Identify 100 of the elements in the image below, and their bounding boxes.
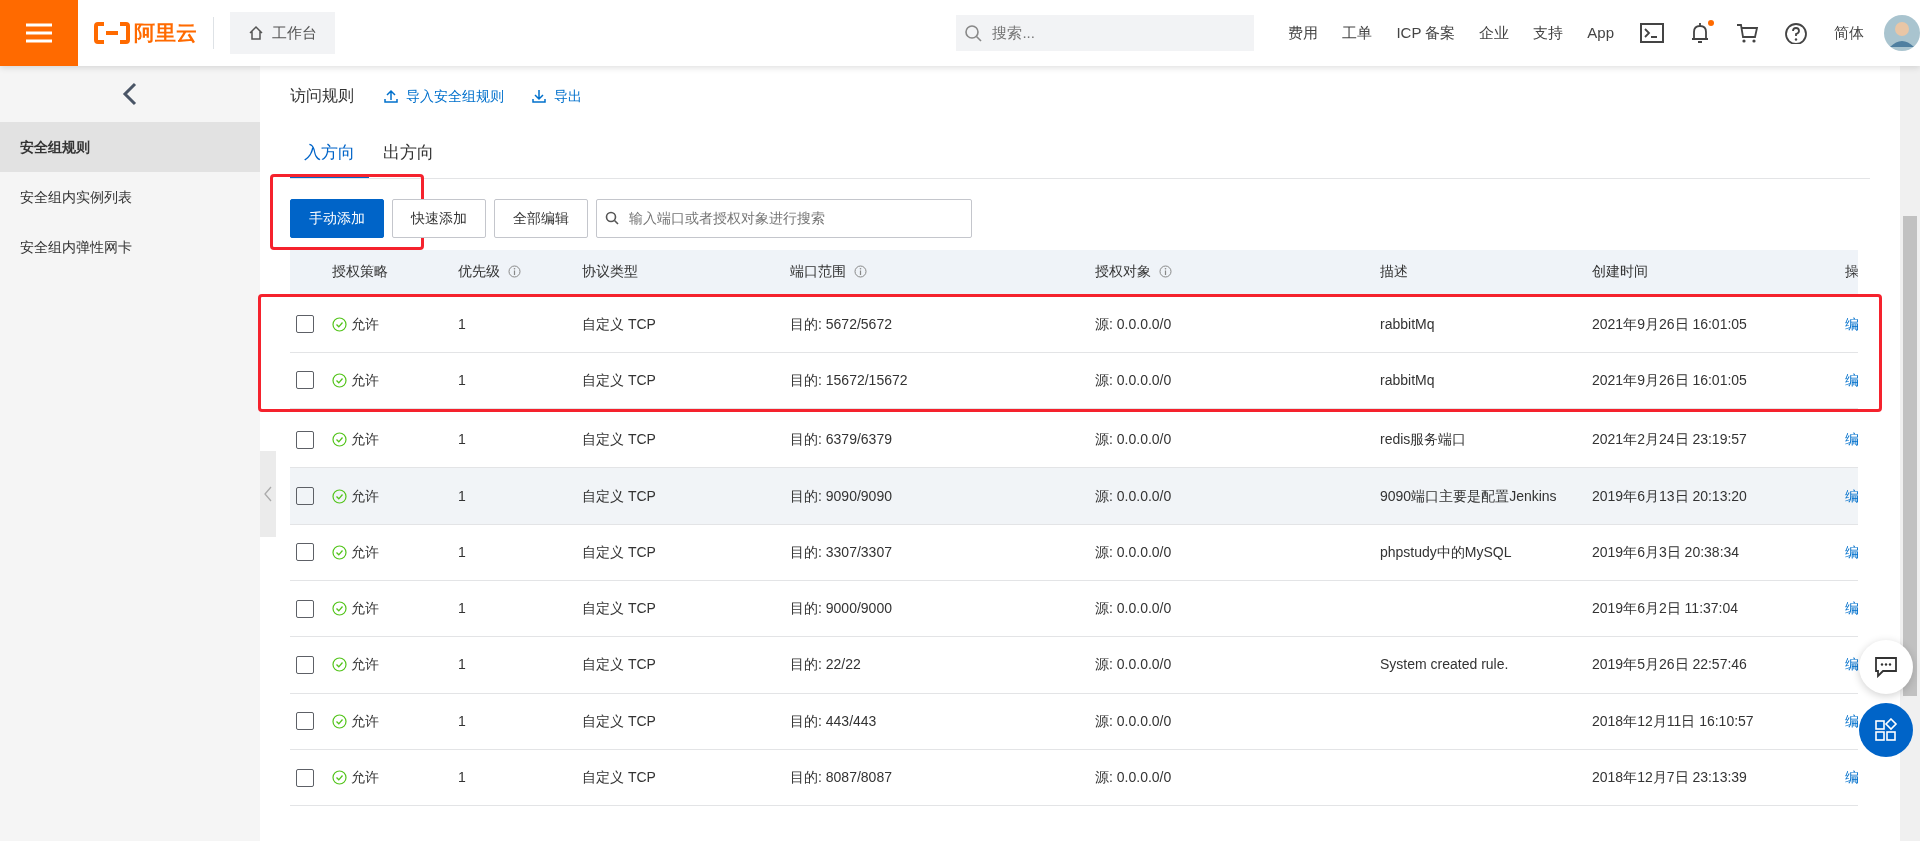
nav-link[interactable]: App — [1577, 21, 1624, 45]
action-button[interactable]: 手动添加 — [290, 198, 384, 238]
menu-icon — [26, 23, 52, 43]
policy-text: 允许 — [351, 655, 379, 675]
search-input[interactable]: 搜索... — [990, 20, 1221, 46]
protocol-text: 自定义 TCP — [582, 712, 656, 729]
edit-link[interactable]: 编 — [1845, 485, 1858, 507]
description-text: redis服务端口 — [1380, 431, 1467, 448]
description-text: 9090端口主要是配置Jenkins — [1380, 487, 1557, 504]
check-circle-icon — [332, 488, 347, 504]
grid-icon — [1874, 718, 1898, 742]
description-text: rabbitMq — [1380, 315, 1435, 332]
table-row[interactable]: 允许 1 自定义 TCP 目的: 9000/9000 源: 0.0.0.0/0 2019年6月2日 11:37:04 编 — [290, 581, 1858, 638]
language-button[interactable]: 简体 — [1824, 21, 1874, 45]
checkbox[interactable] — [296, 430, 314, 449]
description-text: phpstudy中的MySQL — [1380, 543, 1512, 560]
priority-text: 1 — [458, 712, 466, 729]
source-text: 源: 0.0.0.0/0 — [1095, 600, 1172, 617]
edit-link[interactable]: 编 — [1845, 654, 1858, 676]
priority-text: 1 — [458, 769, 466, 785]
column-header: 操 — [1845, 262, 1858, 281]
protocol-text: 自定义 TCP — [582, 543, 656, 560]
check-circle-icon — [332, 432, 347, 448]
checkbox[interactable] — [296, 712, 314, 731]
tab[interactable]: 出方向 — [369, 140, 448, 178]
nav-link[interactable]: ICP 备案 — [1386, 21, 1466, 45]
edit-link[interactable]: 编 — [1845, 598, 1858, 620]
back-icon[interactable] — [122, 82, 138, 106]
search-field[interactable]: 搜索... — [956, 15, 1255, 51]
column-header: 创建时间 — [1592, 262, 1648, 281]
port-text: 目的: 9090/9090 — [790, 487, 892, 504]
rule-search-field[interactable]: 输入端口或者授权对象进行搜索 — [596, 198, 972, 238]
priority-text: 1 — [458, 543, 466, 560]
checkbox[interactable] — [296, 315, 314, 334]
checkbox[interactable] — [296, 768, 314, 787]
column-header: 描述 — [1380, 262, 1408, 281]
created-time: 2021年2月24日 23:19:57 — [1592, 431, 1747, 448]
avatar[interactable] — [1884, 15, 1920, 51]
source-text: 源: 0.0.0.0/0 — [1095, 315, 1172, 332]
port-text: 目的: 15672/15672 — [790, 371, 908, 388]
nav-link[interactable]: 工单 — [1332, 21, 1383, 45]
created-time: 2019年6月13日 20:13:20 — [1592, 487, 1747, 504]
table-row[interactable]: 允许 1 自定义 TCP 目的: 9090/9090 源: 0.0.0.0/0 9090端口主要是配置Jenkins 2019年6月13日 20:13:20 编 — [290, 468, 1858, 525]
menu-button[interactable] — [0, 0, 78, 66]
edit-link[interactable]: 编 — [1845, 767, 1858, 788]
download-icon — [532, 89, 546, 103]
upload-icon — [384, 89, 398, 103]
column-header: 优先级 — [458, 262, 500, 281]
search-icon — [964, 24, 983, 42]
nav-link[interactable]: 企业 — [1469, 21, 1520, 45]
priority-text: 1 — [458, 656, 466, 673]
table-row[interactable]: 允许 1 自定义 TCP 目的: 8087/8087 源: 0.0.0.0/0 2018年12月7日 23:13:39 编 — [290, 749, 1858, 807]
checkbox[interactable] — [296, 543, 314, 562]
edit-link[interactable]: 编 — [1845, 313, 1858, 335]
header-link[interactable]: 导出 — [526, 84, 588, 108]
search-icon — [605, 211, 619, 225]
chat-button[interactable] — [1859, 640, 1913, 694]
policy-text: 允许 — [351, 486, 379, 506]
collapse-handle[interactable] — [260, 451, 276, 537]
created-time: 2018年12月11日 16:10:57 — [1592, 712, 1754, 729]
apps-button[interactable] — [1859, 703, 1913, 757]
port-text: 目的: 3307/3307 — [790, 543, 892, 560]
check-circle-icon — [332, 657, 347, 673]
table-row[interactable]: 允许 1 自定义 TCP 目的: 5672/5672 源: 0.0.0.0/0 rabbitMq 2021年9月26日 16:01:05 编 — [290, 296, 1858, 353]
page-title: 访问规则 — [290, 86, 354, 106]
checkbox[interactable] — [296, 599, 314, 618]
checkbox[interactable] — [296, 655, 314, 674]
logo-text: 阿里云 — [134, 20, 197, 47]
table-row[interactable]: 允许 1 自定义 TCP 目的: 3307/3307 源: 0.0.0.0/0 phpstudy中的MySQL 2019年6月3日 20:38:34 编 — [290, 524, 1858, 581]
workbench-button[interactable]: 工作台 — [230, 12, 335, 54]
protocol-text: 自定义 TCP — [582, 431, 656, 448]
protocol-text: 自定义 TCP — [582, 769, 656, 785]
nav-link[interactable]: 支持 — [1523, 21, 1574, 45]
policy-text: 允许 — [351, 370, 379, 390]
header-link[interactable]: 导入安全组规则 — [378, 84, 510, 108]
table-row[interactable]: 允许 1 自定义 TCP 目的: 15672/15672 源: 0.0.0.0/0 rabbitMq 2021年9月26日 16:01:05 编 — [290, 352, 1858, 410]
policy-text: 允许 — [351, 711, 379, 731]
checkbox[interactable] — [296, 371, 314, 390]
sidebar-item[interactable]: 安全组内弹性网卡 — [0, 222, 260, 272]
tab[interactable]: 入方向 — [290, 140, 369, 178]
table-row[interactable]: 允许 1 自定义 TCP 目的: 443/443 源: 0.0.0.0/0 2018年12月11日 16:10:57 编 — [290, 693, 1858, 750]
action-button[interactable]: 全部编辑 — [494, 198, 588, 238]
created-time: 2021年9月26日 16:01:05 — [1592, 315, 1747, 332]
priority-text: 1 — [458, 371, 466, 388]
scrollbar[interactable] — [1900, 66, 1920, 841]
sidebar-item[interactable]: 安全组规则 — [0, 122, 260, 172]
chevron-left-icon — [264, 486, 272, 502]
edit-link[interactable]: 编 — [1845, 541, 1858, 563]
created-time: 2019年5月26日 22:57:46 — [1592, 656, 1747, 673]
protocol-text: 自定义 TCP — [582, 315, 656, 332]
table-row[interactable]: 允许 1 自定义 TCP 目的: 22/22 源: 0.0.0.0/0 System created rule. 2019年5月26日 22:57:46 编 — [290, 637, 1858, 694]
action-button[interactable]: 快速添加 — [392, 198, 486, 238]
edit-link[interactable]: 编 — [1845, 369, 1858, 391]
edit-link[interactable]: 编 — [1845, 710, 1858, 732]
edit-link[interactable]: 编 — [1845, 429, 1858, 451]
checkbox[interactable] — [296, 487, 314, 506]
terminal-icon — [1640, 22, 1664, 45]
sidebar-item[interactable]: 安全组内实例列表 — [0, 172, 260, 222]
description-text: System created rule. — [1380, 656, 1509, 673]
nav-link[interactable]: 费用 — [1278, 21, 1329, 45]
